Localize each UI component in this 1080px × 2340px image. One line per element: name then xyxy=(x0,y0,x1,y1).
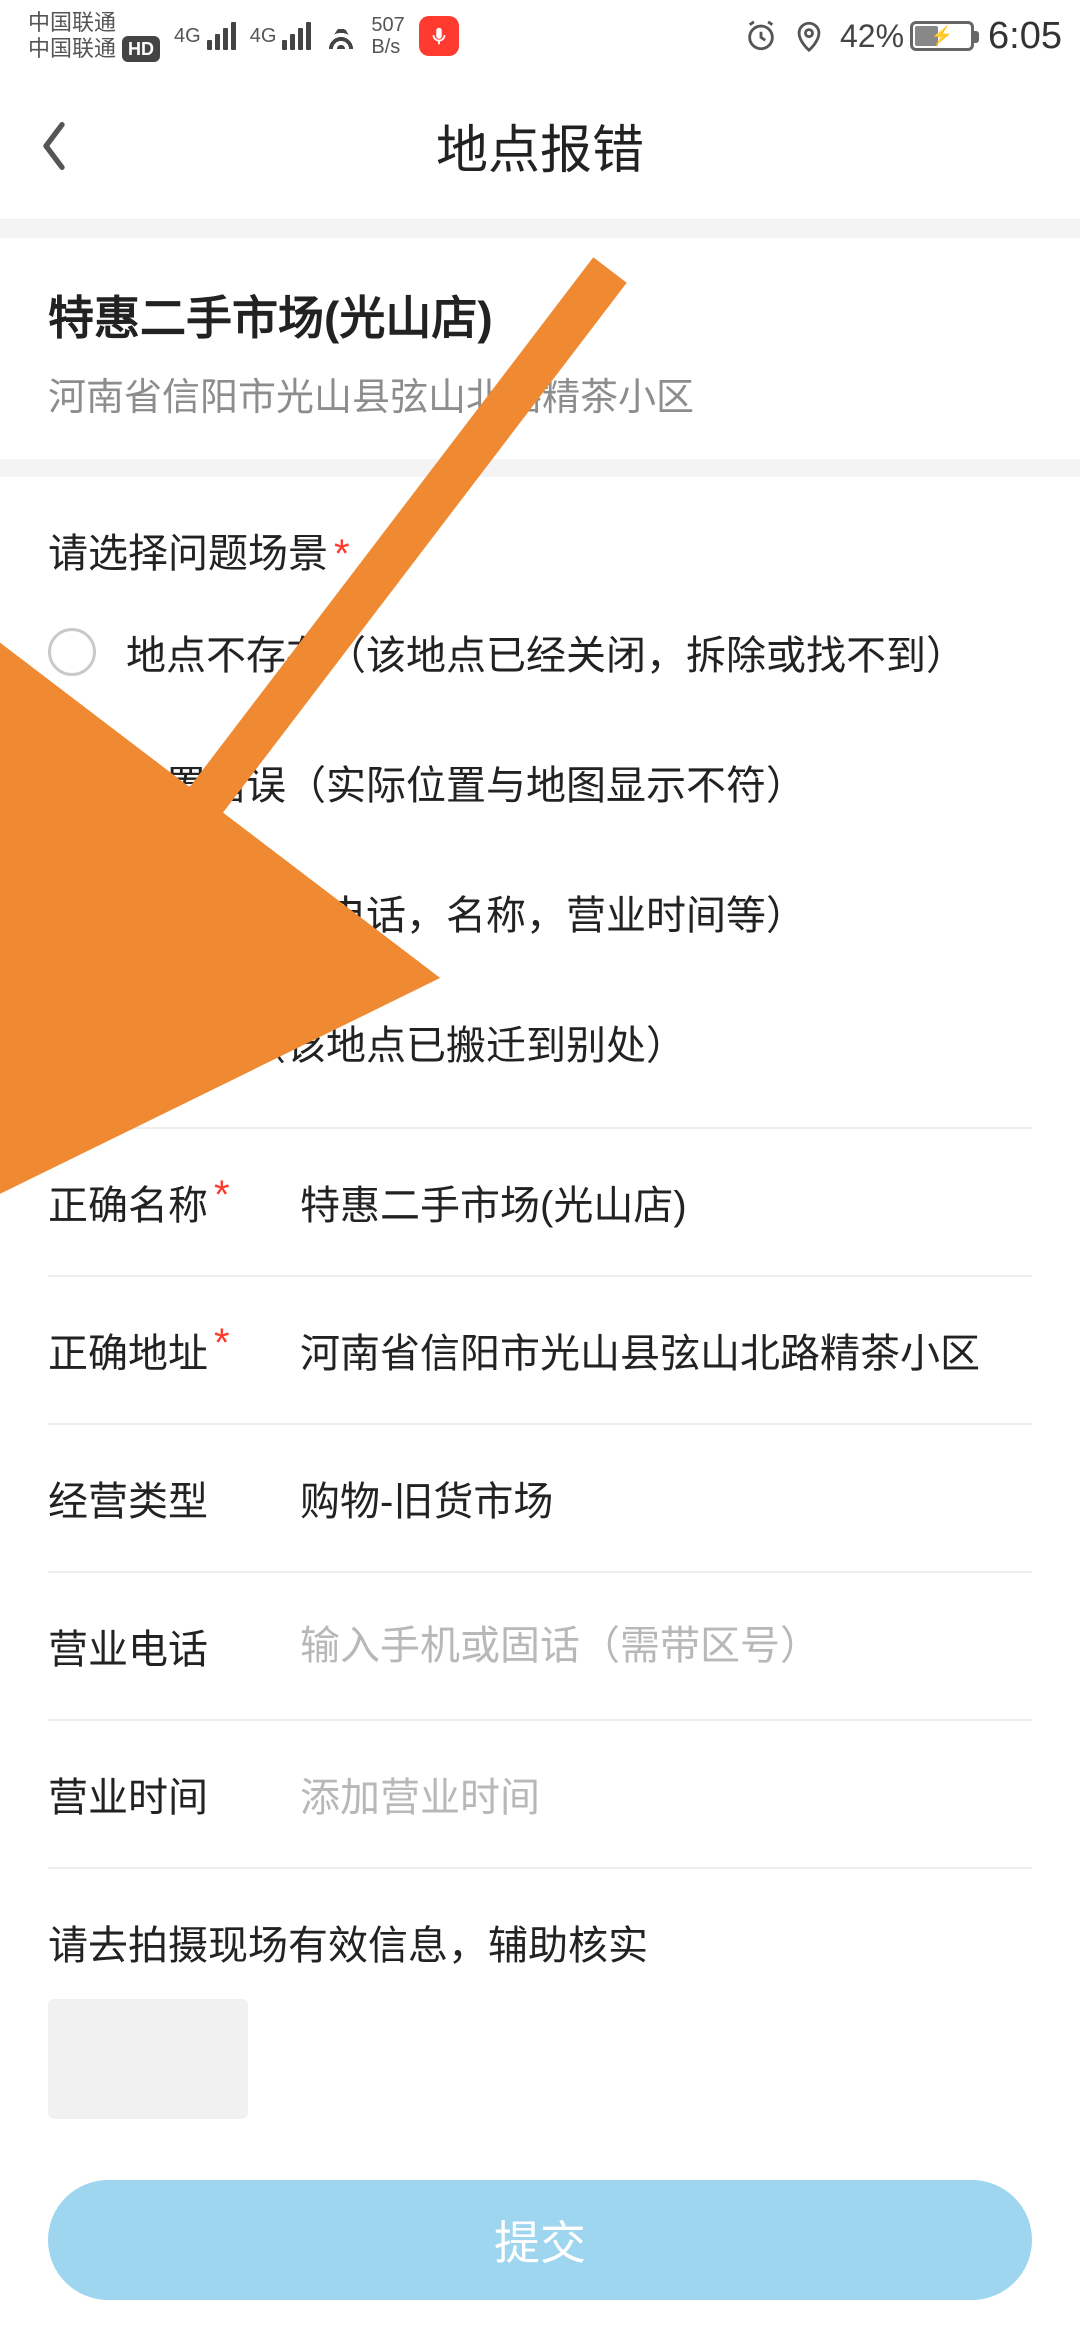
required-mark: * xyxy=(214,1321,230,1379)
radio-label: 地点不存在（该地点已经关闭，拆除或找不到） xyxy=(126,623,966,681)
signal-1: 4G xyxy=(174,22,236,50)
radio-circle-icon xyxy=(48,888,96,936)
radio-circle-icon xyxy=(48,628,96,676)
radio-option-not-exist[interactable]: 地点不存在（该地点已经关闭，拆除或找不到） xyxy=(48,587,1032,717)
wifi-icon xyxy=(325,23,357,49)
row-correct-name[interactable]: 正确名称* 特惠二手市场(光山店) xyxy=(48,1129,1032,1277)
radio-option-relocated[interactable]: 已搬迁（该地点已搬迁到别处） xyxy=(48,977,1032,1107)
label-correct-address: 正确地址* xyxy=(48,1321,268,1379)
alarm-icon xyxy=(744,19,778,53)
row-business-phone[interactable]: 营业电话 xyxy=(48,1573,1032,1721)
net-speed: 507 B/s xyxy=(371,14,404,58)
placeholder-business-hours: 添加营业时间 xyxy=(300,1765,1032,1823)
place-name: 特惠二手市场(光山店) xyxy=(48,282,1032,348)
place-address: 河南省信阳市光山县弦山北路精茶小区 xyxy=(48,366,1032,421)
radio-circle-icon xyxy=(48,1018,96,1066)
submit-button[interactable]: 提交 xyxy=(48,2180,1032,2300)
page-title: 地点报错 xyxy=(436,108,644,183)
required-mark: * xyxy=(214,1173,230,1231)
submit-bar: 提交 xyxy=(0,2180,1080,2340)
row-business-hours[interactable]: 营业时间 添加营业时间 xyxy=(48,1721,1032,1869)
label-business-hours: 营业时间 xyxy=(48,1765,268,1823)
photo-prompt: 请去拍摄现场有效信息，辅助核实 xyxy=(48,1869,1032,1999)
row-correct-address[interactable]: 正确地址* 河南省信阳市光山县弦山北路精茶小区 xyxy=(48,1277,1032,1425)
signal-2: 4G xyxy=(250,22,312,50)
radio-label: 已搬迁（该地点已搬迁到别处） xyxy=(126,1013,686,1071)
carrier-1: 中国联通 xyxy=(28,10,116,36)
place-card: 特惠二手市场(光山店) 河南省信阳市光山县弦山北路精茶小区 xyxy=(0,238,1080,459)
scenario-title: 请选择问题场景* xyxy=(48,477,1032,587)
section-gap xyxy=(0,459,1080,477)
section-gap xyxy=(0,220,1080,238)
label-correct-name: 正确名称* xyxy=(48,1173,268,1231)
status-indicators: 4G 4G 507 B/s xyxy=(174,14,459,58)
row-business-type[interactable]: 经营类型 购物-旧货市场 xyxy=(48,1425,1032,1573)
back-button[interactable] xyxy=(24,116,84,176)
radio-option-wrong-info[interactable]: 信息错误（电话，名称，营业时间等） xyxy=(48,847,1032,977)
value-business-type: 购物-旧货市场 xyxy=(300,1469,1032,1527)
scenario-section: 请选择问题场景* 地点不存在（该地点已经关闭，拆除或找不到） 位置错误（实际位置… xyxy=(0,477,1080,2119)
chevron-left-icon xyxy=(38,119,70,173)
carrier-2: 中国联通 xyxy=(28,36,116,62)
radio-label: 位置错误（实际位置与地图显示不符） xyxy=(126,753,806,811)
radio-option-wrong-location[interactable]: 位置错误（实际位置与地图显示不符） xyxy=(48,717,1032,847)
clock: 6:05 xyxy=(988,15,1062,58)
radio-circle-icon xyxy=(48,758,96,806)
value-correct-address: 河南省信阳市光山县弦山北路精茶小区 xyxy=(300,1321,1032,1379)
hd-badge: HD xyxy=(122,36,160,62)
status-right: 42% ⚡ 6:05 xyxy=(744,15,1062,58)
upload-photo-box[interactable] xyxy=(48,1999,248,2119)
status-bar: 中国联通 中国联通 HD 4G 4G 507 B/s 42% ⚡ 6:05 xyxy=(0,0,1080,72)
value-correct-name: 特惠二手市场(光山店) xyxy=(300,1173,1032,1231)
location-icon xyxy=(792,19,826,53)
scenario-options: 地点不存在（该地点已经关闭，拆除或找不到） 位置错误（实际位置与地图显示不符） … xyxy=(48,587,1032,1107)
mic-recording-icon xyxy=(419,16,459,56)
radio-label: 信息错误（电话，名称，营业时间等） xyxy=(126,883,806,941)
carrier-block: 中国联通 中国联通 HD xyxy=(28,10,160,62)
label-business-phone: 营业电话 xyxy=(48,1617,268,1675)
nav-header: 地点报错 xyxy=(0,72,1080,220)
required-mark: * xyxy=(334,532,350,576)
input-business-phone[interactable] xyxy=(300,1624,1032,1669)
label-business-type: 经营类型 xyxy=(48,1469,268,1527)
battery-indicator: 42% ⚡ xyxy=(840,18,974,55)
